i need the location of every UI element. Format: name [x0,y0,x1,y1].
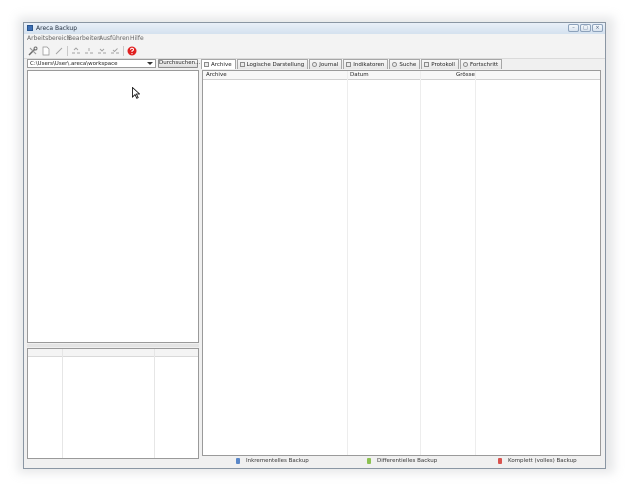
panel-splitter[interactable] [27,344,199,347]
merge-icon[interactable] [84,46,94,56]
tab-suche-label: Suche [399,61,417,68]
workspace-tree-panel[interactable] [27,70,199,343]
legend-differential: Differentielles Backup [367,458,437,464]
tab-indikatoren-label: Indikatoren [353,61,385,68]
check-icon[interactable] [110,46,120,56]
column-divider [154,349,155,458]
backup-legend: Inkrementelles Backup Differentielles Ba… [202,457,601,467]
app-icon [27,25,33,31]
edit-icon[interactable] [54,46,64,56]
tab-protokoll[interactable]: Protokoll [421,59,459,69]
properties-panel[interactable] [27,348,199,459]
close-button[interactable]: × [592,24,603,32]
menu-hilfe[interactable]: Hilfe [130,35,144,42]
restore-icon[interactable] [97,46,107,56]
tab-archive[interactable]: Archive [201,59,236,69]
tab-fortschritt-label: Fortschritt [469,61,499,68]
app-window: Areca Backup – □ × Arbeitsbereich Bearbe… [23,22,606,469]
toolbar-separator [67,46,68,56]
archive-table[interactable]: Archive Datum Grösse [202,70,601,456]
tab-logische-darstellung-label: Logische Darstellung [246,61,305,68]
tab-protokoll-label: Protokoll [431,61,455,68]
tab-journal[interactable]: Journal [309,59,343,69]
indicators-icon [346,62,352,67]
toolbar-separator [123,46,124,56]
legend-differential-label: Differentielles Backup [377,458,438,464]
window-title: Areca Backup [36,25,78,32]
menu-bearbeiten[interactable]: Bearbeiten [68,35,101,42]
legend-full: Komplett (volles) Backup [498,458,577,464]
tab-suche[interactable]: Suche [389,59,421,69]
incremental-backup-icon [236,458,240,464]
menu-arbeitsbereich[interactable]: Arbeitsbereich [27,35,71,42]
column-archive[interactable]: Archive [206,72,227,78]
mouse-cursor-icon [132,87,140,99]
legend-incremental: Inkrementelles Backup [236,458,309,464]
progress-icon [462,62,468,67]
archive-icon [204,62,209,67]
tab-journal-label: Journal [319,61,339,68]
menu-ausfuehren[interactable]: Ausführen [99,35,130,42]
help-icon[interactable] [127,46,137,56]
chevron-down-icon[interactable] [147,62,153,65]
logical-view-icon [239,62,245,67]
main-tabs: Archive Logische Darstellung Journal Ind… [201,59,503,69]
column-divider [475,71,476,455]
journal-icon [312,62,318,67]
column-divider [347,71,348,455]
tab-fortschritt[interactable]: Fortschritt [459,59,503,69]
properties-header [28,349,198,357]
toolbar [24,43,605,59]
tab-logische-darstellung[interactable]: Logische Darstellung [236,59,309,69]
backup-icon[interactable] [71,46,81,56]
archive-table-header: Archive Datum Grösse [203,71,600,80]
workspace-path-combo[interactable]: C:\Users\User\.areca\workspace [27,59,156,68]
minimize-button[interactable]: – [568,24,579,32]
tab-indikatoren[interactable]: Indikatoren [343,59,389,69]
column-datum[interactable]: Datum [350,72,369,78]
column-divider [420,71,421,455]
browse-button[interactable]: Durchsuchen... [158,59,200,68]
column-groesse[interactable]: Grösse [456,72,475,78]
window-controls: – □ × [568,24,603,32]
tools-icon[interactable] [28,46,38,56]
maximize-button[interactable]: □ [580,24,591,32]
workspace-path: C:\Users\User\.areca\workspace [30,61,118,67]
full-backup-icon [498,458,502,464]
column-divider [62,349,63,458]
search-icon [392,62,398,67]
log-icon [424,62,430,67]
legend-incremental-label: Inkrementelles Backup [246,458,309,464]
legend-full-label: Komplett (volles) Backup [508,458,577,464]
differential-backup-icon [367,458,371,464]
tab-archive-label: Archive [211,61,232,68]
new-document-icon[interactable] [41,46,51,56]
